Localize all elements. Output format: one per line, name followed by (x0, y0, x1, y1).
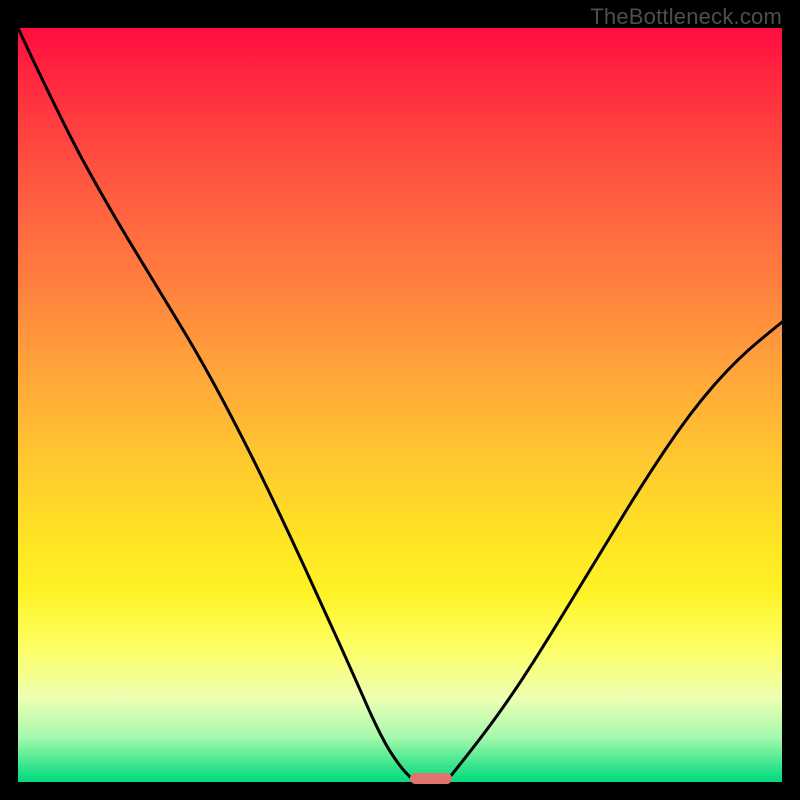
curve-svg (18, 28, 782, 782)
left-curve (18, 28, 415, 782)
watermark-text: TheBottleneck.com (590, 4, 782, 30)
plot-area (18, 28, 782, 782)
right-curve (446, 322, 782, 782)
chart-container: TheBottleneck.com (0, 0, 800, 800)
bottleneck-marker (410, 773, 452, 784)
